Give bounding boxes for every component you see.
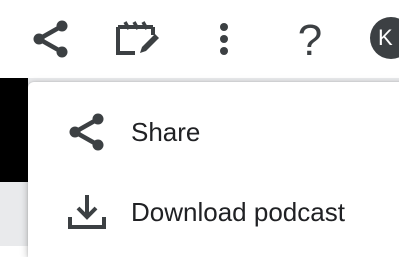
help-glyph: ?	[298, 16, 322, 64]
menu-item-download-podcast[interactable]: Download podcast	[28, 177, 399, 247]
avatar[interactable]: K	[370, 17, 399, 59]
download-icon	[68, 195, 106, 229]
share-icon	[69, 113, 104, 151]
top-toolbar: ? K	[0, 0, 399, 78]
share-icon[interactable]	[28, 17, 74, 61]
menu-item-label: Share	[131, 117, 201, 147]
clapperboard-edit-icon[interactable]	[113, 17, 163, 61]
more-vert-icon[interactable]	[212, 17, 236, 61]
share-menu: Share Download podcast	[28, 82, 399, 257]
avatar-initial: K	[378, 25, 393, 50]
menu-item-label: Download podcast	[131, 197, 345, 227]
help-icon[interactable]: ?	[290, 12, 330, 64]
menu-item-share[interactable]: Share	[28, 97, 399, 167]
page-backdrop-dark-strip	[0, 78, 28, 182]
